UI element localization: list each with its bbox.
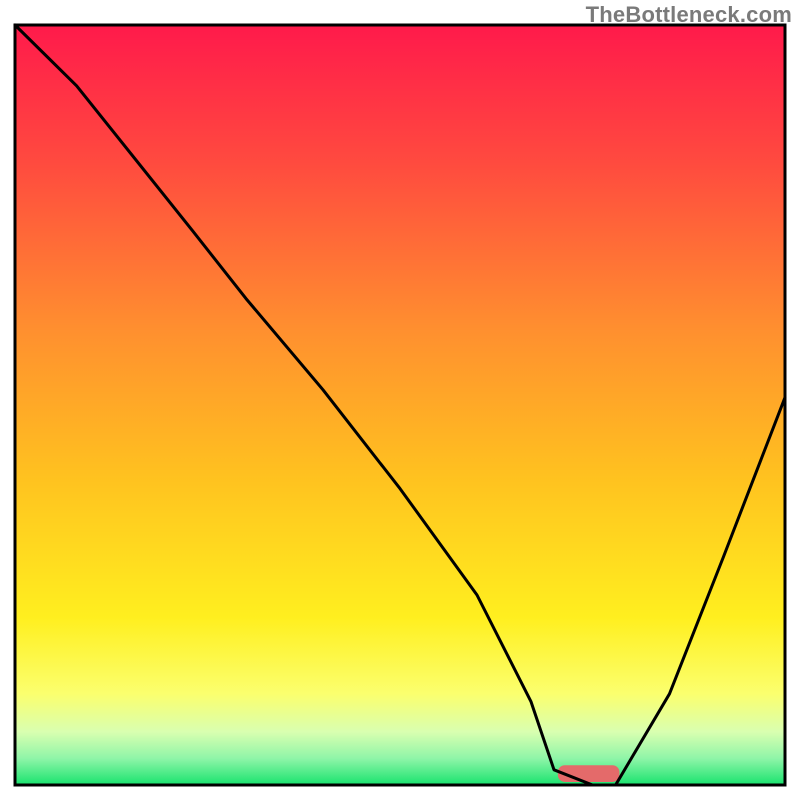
bottleneck-chart — [0, 0, 800, 800]
chart-container: TheBottleneck.com — [0, 0, 800, 800]
watermark-text: TheBottleneck.com — [586, 2, 792, 28]
chart-background — [15, 25, 785, 785]
